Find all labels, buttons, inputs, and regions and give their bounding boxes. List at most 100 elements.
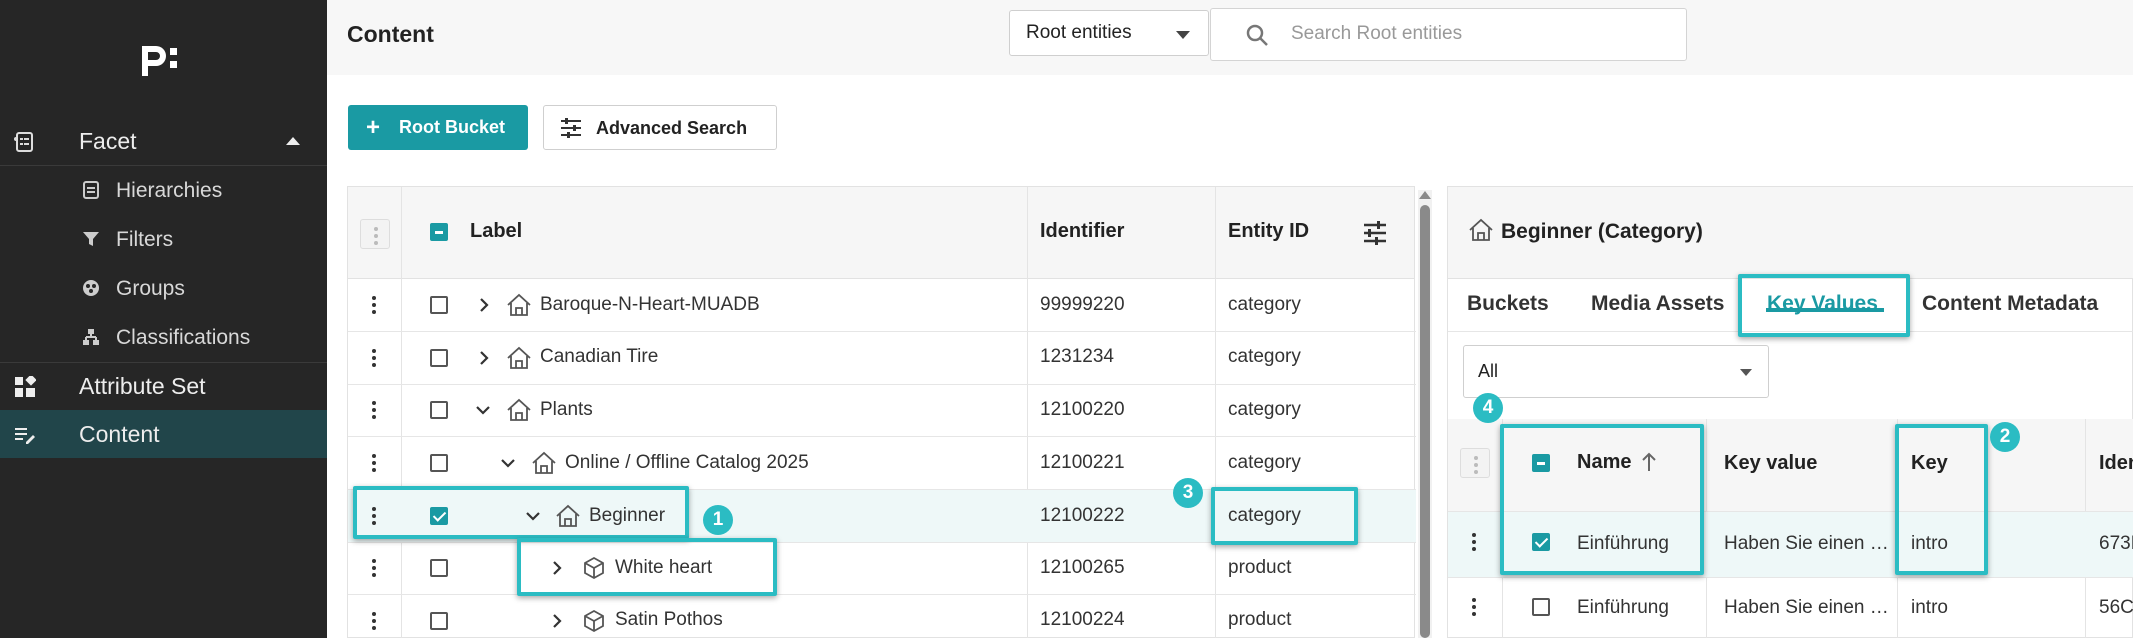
column-header-key-value[interactable]: Key value <box>1724 452 1817 475</box>
row-label: Plants <box>540 399 593 420</box>
row-label: Satin Pothos <box>615 609 723 630</box>
highlight-box-white-heart <box>517 538 777 596</box>
kebab-icon[interactable] <box>372 401 376 422</box>
row-entity-id: product <box>1228 557 1292 578</box>
sidebar-item-label: Groups <box>116 277 185 300</box>
sliders-icon <box>561 118 581 138</box>
kebab-icon[interactable] <box>372 612 376 633</box>
row-key-value: Haben Sie einen … <box>1724 533 1889 554</box>
tab-media-assets[interactable]: Media Assets <box>1591 292 1724 316</box>
row-name: Einführung <box>1577 597 1669 618</box>
sidebar-item-classifications[interactable]: Classifications <box>0 313 327 362</box>
kebab-icon[interactable] <box>372 559 376 580</box>
row-identifier: 673F <box>2099 533 2133 554</box>
kebab-icon[interactable] <box>1472 533 1476 554</box>
advanced-search-button[interactable]: Advanced Search <box>543 105 777 150</box>
table-row[interactable]: Satin Pothos 12100224 product <box>348 595 1416 638</box>
column-settings-icon[interactable] <box>1362 221 1388 245</box>
root-bucket-button[interactable]: + Root Bucket <box>348 105 528 150</box>
product-cube-icon <box>584 609 604 633</box>
chevron-down-icon[interactable] <box>500 455 516 471</box>
kebab-icon[interactable] <box>372 296 376 317</box>
sidebar-item-hierarchies[interactable]: Hierarchies <box>0 166 327 215</box>
scope-select[interactable]: Root entities <box>1009 10 1209 56</box>
chevron-right-icon[interactable] <box>476 297 492 313</box>
table-row[interactable]: Canadian Tire 1231234 category <box>348 332 1416 384</box>
table-row[interactable]: Baroque-N-Heart-MUADB 99999220 category <box>348 279 1416 331</box>
select-all-checkbox[interactable] <box>430 223 448 241</box>
row-label: Baroque-N-Heart-MUADB <box>540 294 760 315</box>
highlight-box-2 <box>1895 424 1988 575</box>
table-row[interactable]: White heart 12100265 product <box>348 543 1416 594</box>
facet-icon <box>14 132 33 152</box>
sidebar-item-facet[interactable]: Facet <box>0 117 327 165</box>
kebab-icon[interactable] <box>372 349 376 370</box>
row-label: Online / Offline Catalog 2025 <box>565 452 809 473</box>
sidebar-item-label: Classifications <box>116 326 251 349</box>
chevron-down-icon[interactable] <box>475 402 491 418</box>
page-title: Content <box>347 21 434 47</box>
column-header-entity-id[interactable]: Entity ID <box>1228 220 1309 243</box>
table-row[interactable]: Online / Offline Catalog 2025 12100221 c… <box>348 437 1416 489</box>
chevron-right-icon[interactable] <box>476 350 492 366</box>
highlight-box-4 <box>1500 424 1704 575</box>
scroll-up-arrow[interactable] <box>1419 191 1431 199</box>
highlight-box-3 <box>1211 487 1358 545</box>
row-checkbox[interactable] <box>430 559 448 577</box>
row-identifier: 12100222 <box>1040 505 1125 526</box>
column-header-identifier[interactable]: Iden <box>2099 452 2133 475</box>
callout-badge-1: 1 <box>703 505 733 535</box>
column-menu-button[interactable] <box>360 219 390 249</box>
scrollbar-thumb[interactable] <box>1420 205 1430 638</box>
sidebar-item-label: Filters <box>116 228 174 251</box>
row-key: intro <box>1911 597 1948 618</box>
column-header-identifier[interactable]: Identifier <box>1040 220 1124 243</box>
kebab-icon[interactable] <box>372 454 376 475</box>
detail-title: Beginner (Category) <box>1501 220 1703 243</box>
logo-icon <box>142 46 177 76</box>
filter-select[interactable]: All <box>1463 345 1769 398</box>
row-identifier: 12100220 <box>1040 399 1125 420</box>
row-entity-id: category <box>1228 294 1301 315</box>
row-identifier: 12100265 <box>1040 557 1125 578</box>
sidebar-item-label: Hierarchies <box>116 179 223 202</box>
highlight-box-key-values <box>1738 274 1910 337</box>
kebab-icon <box>1474 456 1478 477</box>
row-checkbox[interactable] <box>430 401 448 419</box>
home-icon <box>507 398 531 421</box>
callout-badge-3: 3 <box>1173 478 1203 508</box>
sidebar-item-attribute-set[interactable]: Attribute Set <box>0 362 327 410</box>
row-checkbox[interactable] <box>430 296 448 314</box>
table-row[interactable]: Plants 12100220 category <box>348 385 1416 436</box>
table-row[interactable]: Einführung Haben Sie einen … intro 56CE <box>1448 578 2133 638</box>
row-identifier: 99999220 <box>1040 294 1125 315</box>
sidebar-item-filters[interactable]: Filters <box>0 215 327 264</box>
chevron-down-icon <box>1740 369 1752 376</box>
search-icon <box>1246 24 1268 46</box>
callout-badge-4: 4 <box>1473 393 1503 423</box>
sidebar: Facet Hierarchies Filters Groups Classif… <box>0 0 327 638</box>
column-header-label[interactable]: Label <box>470 220 522 243</box>
sidebar-item-content[interactable]: Content <box>0 410 327 458</box>
content-icon <box>15 428 35 444</box>
tab-content-metadata[interactable]: Content Metadata <box>1922 292 2098 316</box>
chevron-right-icon[interactable] <box>549 613 565 629</box>
root-bucket-label: Root Bucket <box>399 117 506 137</box>
column-menu-button[interactable] <box>1460 448 1490 478</box>
row-label: Canadian Tire <box>540 346 659 367</box>
home-icon <box>532 451 556 474</box>
row-entity-id: product <box>1228 609 1292 630</box>
row-checkbox[interactable] <box>1532 598 1550 616</box>
row-entity-id: category <box>1228 452 1301 473</box>
sidebar-item-groups[interactable]: Groups <box>0 264 327 313</box>
hierarchy-icon <box>83 181 99 199</box>
row-checkbox[interactable] <box>430 612 448 630</box>
row-checkbox[interactable] <box>430 349 448 367</box>
advanced-search-label: Advanced Search <box>596 118 748 138</box>
row-checkbox[interactable] <box>430 454 448 472</box>
callout-badge-2: 2 <box>1990 422 2020 452</box>
tab-buckets[interactable]: Buckets <box>1467 292 1549 316</box>
kebab-icon[interactable] <box>1472 598 1476 619</box>
search-input[interactable] <box>1291 19 1671 49</box>
home-icon <box>507 293 531 316</box>
